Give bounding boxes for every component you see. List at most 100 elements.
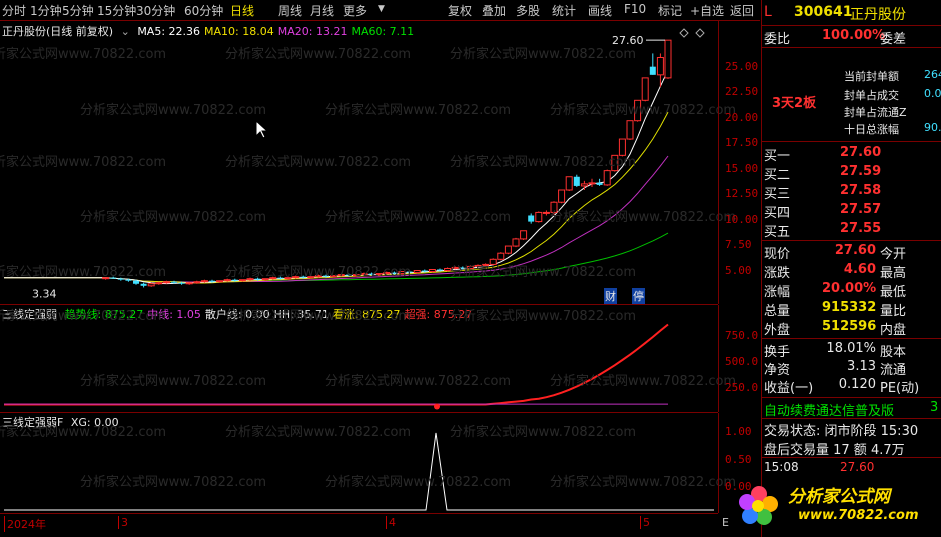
marker-finance[interactable]: 财 bbox=[604, 288, 617, 304]
toolbar-button-1[interactable]: 叠加 bbox=[482, 2, 506, 19]
seal-value: 2647 bbox=[924, 68, 941, 81]
axis-end-label[interactable]: E bbox=[722, 516, 729, 529]
indicator-panel-trend[interactable]: 三线定强弱 趋势线: 875.27 中线: 1.05 散户线: 0.00 HH: 35… bbox=[0, 305, 736, 413]
tick-time: 15:08 bbox=[764, 460, 799, 474]
period-tab-3[interactable]: 15分钟 bbox=[97, 2, 136, 19]
period-tab-0[interactable]: 分时 bbox=[2, 2, 26, 19]
candle bbox=[588, 178, 596, 187]
price-tick: 12.50 bbox=[725, 187, 759, 201]
ind1labels-item-2: 散户线: 0.00 bbox=[204, 308, 270, 321]
quote-label2: 最高 bbox=[880, 266, 907, 281]
candle bbox=[603, 169, 611, 186]
seal-label: 封单占成交 bbox=[844, 89, 899, 102]
header-letter: L bbox=[764, 4, 772, 20]
bid-price: 27.60 bbox=[840, 145, 882, 160]
date-tick: 2024年 bbox=[4, 516, 46, 532]
stock-code[interactable]: 300641 bbox=[794, 4, 852, 20]
quote-label: 涨跌 bbox=[764, 266, 791, 281]
period-tab-8[interactable]: 月线 bbox=[310, 2, 334, 19]
main-chart-panel[interactable]: 正丹股份(日线 前复权) ⌄ MA5: 22.36 MA10: 18.04 MA20… bbox=[0, 21, 736, 305]
toolbar-button-5[interactable]: F10 bbox=[624, 2, 646, 16]
indicator1-tick: 750.0 bbox=[725, 329, 759, 342]
diamond-icon[interactable] bbox=[679, 28, 689, 38]
price-tick: 10.00 bbox=[725, 212, 759, 226]
price-tick: 5.00 bbox=[725, 263, 752, 277]
candle bbox=[558, 189, 566, 204]
period-tab-4[interactable]: 30分钟 bbox=[136, 2, 175, 19]
candle bbox=[512, 237, 520, 248]
ind1labels-item-4: 看涨: 875.27 bbox=[332, 308, 401, 321]
price-axis: 25.00 22.50 20.00 17.50 15.00 12.50 10.00 7.50 5… bbox=[718, 21, 761, 304]
candlestick-chart[interactable]: 27.60 3.34 bbox=[0, 21, 718, 304]
bid-label: 买五 bbox=[764, 225, 791, 240]
price-tick: 15.00 bbox=[725, 161, 759, 175]
toolbar-button-3[interactable]: 统计 bbox=[552, 2, 576, 19]
toolbar-button-8[interactable]: 返回 bbox=[730, 2, 754, 19]
ma60-line bbox=[4, 232, 669, 283]
period-toolbar: 分时 1分钟 5分钟 15分钟 30分钟 60分钟 日线 周线 月线 更多 ▼ 复权 叠加 多股 统计 画线… bbox=[0, 0, 760, 21]
marker-suspend[interactable]: 停 bbox=[632, 288, 645, 304]
toolbar-button-6[interactable]: 标记 bbox=[658, 2, 682, 19]
fin-value: 18.01% bbox=[826, 341, 876, 356]
period-tab-7[interactable]: 周线 bbox=[278, 2, 302, 19]
ad-text[interactable]: 自动续费通达信普及版 bbox=[764, 400, 894, 419]
candle bbox=[649, 53, 656, 75]
indicator1-tick: 500.0 bbox=[725, 355, 759, 368]
ma10-line bbox=[4, 111, 669, 284]
divider bbox=[762, 240, 941, 241]
quote-label2: 最低 bbox=[880, 285, 907, 300]
diamond-icon[interactable] bbox=[695, 28, 705, 38]
divider bbox=[762, 418, 941, 419]
divider bbox=[762, 141, 941, 142]
divider bbox=[762, 25, 941, 26]
candle bbox=[580, 180, 588, 190]
flower-logo-icon bbox=[739, 486, 778, 525]
trade-status: 交易状态: 闭市阶段 15:30 bbox=[764, 424, 919, 439]
strong-line bbox=[4, 323, 669, 406]
quote-label2: 今开 bbox=[880, 247, 907, 262]
quote-value: 512596 bbox=[822, 319, 877, 334]
indicator-panel-signal[interactable]: 三线定强弱F XG: 0.00 分析家公式网www.70822.com分析家公式… bbox=[0, 413, 736, 514]
fin-label2: PE(动) bbox=[880, 381, 920, 396]
candle bbox=[664, 39, 672, 79]
fin-label: 收益(一) bbox=[764, 381, 814, 396]
period-tab-2[interactable]: 5分钟 bbox=[62, 2, 94, 19]
candle bbox=[102, 277, 110, 280]
price-tick: 17.50 bbox=[725, 136, 759, 150]
stock-name[interactable]: 正丹股份 bbox=[850, 4, 906, 24]
toolbar-button-2[interactable]: 多股 bbox=[516, 2, 540, 19]
bid-price: 27.57 bbox=[840, 202, 882, 217]
indicator1-axis: 750.0 500.0 250.0 bbox=[718, 305, 761, 412]
quote-panel: L 300641 正丹股份 委比 100.00% 委差 当前封单额 2647 封单占… bbox=[739, 0, 941, 537]
toolbar-button-7[interactable]: +自选 bbox=[690, 2, 724, 19]
candle bbox=[565, 176, 573, 192]
quote-label2: 内盘 bbox=[880, 323, 907, 338]
period-tab-6[interactable]: 日线 bbox=[230, 2, 254, 19]
fin-label2: 股本 bbox=[880, 345, 907, 360]
seal-label: 封单占流通Z bbox=[844, 106, 907, 119]
quote-value: 4.60 bbox=[843, 262, 876, 277]
high-price-label: 27.60 bbox=[612, 34, 644, 47]
toolbar-button-4[interactable]: 画线 bbox=[588, 2, 612, 19]
quote-label: 现价 bbox=[764, 247, 791, 262]
indicator2-legend: 三线定强弱F XG: 0.00 bbox=[2, 414, 127, 430]
site-logo: 分析家公式网 www.70822.com bbox=[734, 478, 941, 532]
period-tab-1[interactable]: 1分钟 bbox=[30, 2, 62, 19]
toolbar-button-0[interactable]: 复权 bbox=[448, 2, 472, 19]
price-tick: 7.50 bbox=[725, 238, 752, 252]
bid-price: 27.59 bbox=[840, 164, 882, 179]
divider bbox=[762, 397, 941, 398]
period-tab-9[interactable]: 更多 bbox=[343, 2, 367, 19]
indicator1-legend: 三线定强弱 趋势线: 875.27 中线: 1.05 散户线: 0.00 HH: 35… bbox=[2, 306, 480, 322]
indicator2-tick: 1.00 bbox=[725, 425, 752, 438]
bid-price: 27.58 bbox=[840, 183, 882, 198]
candle bbox=[504, 245, 512, 255]
period-tab-5[interactable]: 60分钟 bbox=[184, 2, 223, 19]
candle bbox=[611, 154, 619, 172]
price-tick: 22.50 bbox=[725, 85, 759, 99]
ind1labels-item-3: HH: 35.71 bbox=[273, 308, 329, 321]
logo-text: 分析家公式网 bbox=[788, 487, 890, 507]
more-arrow-icon[interactable]: ▼ bbox=[378, 4, 385, 14]
candle bbox=[444, 267, 452, 272]
quote-label: 总量 bbox=[764, 304, 791, 319]
